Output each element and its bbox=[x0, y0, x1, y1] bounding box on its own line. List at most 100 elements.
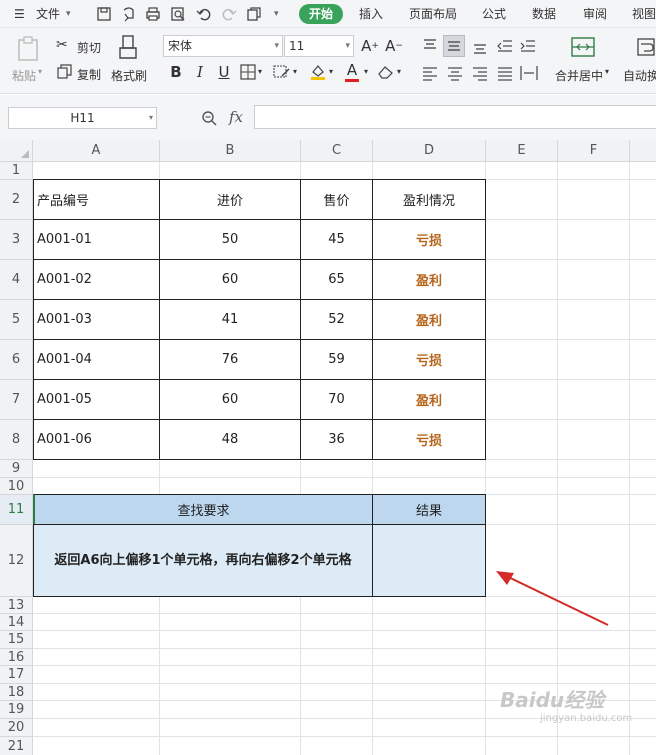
font-size-select[interactable]: 11 ▾ bbox=[284, 35, 354, 57]
table-cell-product-id[interactable]: A001-03 bbox=[34, 300, 159, 339]
zoom-search-icon[interactable] bbox=[201, 110, 218, 127]
scissors-icon[interactable]: ✂ bbox=[56, 37, 68, 53]
column-header-e[interactable]: E bbox=[486, 140, 558, 162]
table-cell-product-id[interactable]: A001-01 bbox=[34, 220, 159, 259]
decrease-font-size-icon[interactable]: A− bbox=[384, 36, 404, 56]
spreadsheet-grid[interactable]: A B C D E F 1 2 3 4 5 6 7 8 9 10 11 12 1… bbox=[0, 140, 656, 755]
increase-font-size-icon[interactable]: A+ bbox=[360, 36, 380, 56]
table-header-cost[interactable]: 进价 bbox=[160, 180, 300, 219]
borders-chevron-icon[interactable]: ▾ bbox=[258, 67, 262, 76]
row-header-19[interactable]: 19 bbox=[0, 701, 33, 719]
lookup-result-cell[interactable] bbox=[372, 524, 486, 597]
undo-icon[interactable] bbox=[195, 5, 213, 23]
row-header-12[interactable]: 12 bbox=[0, 525, 33, 597]
decrease-indent-icon[interactable] bbox=[497, 38, 513, 54]
row-header-20[interactable]: 20 bbox=[0, 719, 33, 737]
table-cell-profit-status[interactable]: 亏损 bbox=[373, 340, 485, 379]
table-cell-profit-status[interactable]: 盈利 bbox=[373, 260, 485, 299]
cell-style-icon[interactable] bbox=[273, 64, 291, 80]
row-header-2[interactable]: 2 bbox=[0, 180, 33, 220]
row-header-13[interactable]: 13 bbox=[0, 597, 33, 614]
table-cell-profit-status[interactable]: 盈利 bbox=[373, 300, 485, 339]
table-cell-price[interactable]: 59 bbox=[301, 340, 372, 379]
save-icon[interactable] bbox=[95, 5, 113, 23]
row-header-7[interactable]: 7 bbox=[0, 380, 33, 420]
table-cell-product-id[interactable]: A001-04 bbox=[34, 340, 159, 379]
merge-center-button[interactable]: 合并居中 bbox=[555, 67, 603, 84]
hamburger-menu-icon[interactable]: ☰ bbox=[14, 5, 25, 23]
row-header-9[interactable]: 9 bbox=[0, 460, 33, 478]
table-cell-product-id[interactable]: A001-06 bbox=[34, 420, 159, 459]
file-menu[interactable]: 文件 bbox=[36, 5, 60, 23]
table-header-profit-status[interactable]: 盈利情况 bbox=[373, 180, 485, 219]
increase-indent-icon[interactable] bbox=[520, 38, 536, 54]
column-header-b[interactable]: B bbox=[160, 140, 301, 162]
tab-insert[interactable]: 插入 bbox=[359, 5, 383, 23]
table-cell-cost[interactable]: 60 bbox=[160, 380, 300, 419]
row-header-6[interactable]: 6 bbox=[0, 340, 33, 380]
table-cell-cost[interactable]: 41 bbox=[160, 300, 300, 339]
column-header-c[interactable]: C bbox=[301, 140, 373, 162]
customize-toolbar-chevron-icon[interactable]: ▾ bbox=[274, 5, 279, 23]
tab-home[interactable]: 开始 bbox=[299, 4, 343, 24]
table-cell-cost[interactable]: 76 bbox=[160, 340, 300, 379]
print-preview-icon[interactable] bbox=[169, 5, 187, 23]
merge-center-chevron-icon[interactable]: ▾ bbox=[605, 67, 609, 76]
table-header-product-id[interactable]: 产品编号 bbox=[34, 180, 159, 219]
column-header-f[interactable]: F bbox=[558, 140, 630, 162]
lookup-requirement-header[interactable]: 查找要求 bbox=[33, 494, 373, 525]
quick-save-icon[interactable] bbox=[120, 5, 138, 23]
align-top-icon[interactable] bbox=[422, 38, 438, 54]
table-cell-cost[interactable]: 50 bbox=[160, 220, 300, 259]
table-cell-cost[interactable]: 60 bbox=[160, 260, 300, 299]
align-middle-button[interactable] bbox=[443, 35, 465, 57]
copy-button[interactable]: 复制 bbox=[77, 66, 101, 83]
tab-view[interactable]: 视图 bbox=[632, 5, 656, 23]
table-cell-price[interactable]: 52 bbox=[301, 300, 372, 339]
row-header-8[interactable]: 8 bbox=[0, 420, 33, 460]
tab-review[interactable]: 审阅 bbox=[583, 5, 607, 23]
tab-page-layout[interactable]: 页面布局 bbox=[409, 5, 457, 23]
row-header-18[interactable]: 18 bbox=[0, 684, 33, 701]
row-header-15[interactable]: 15 bbox=[0, 631, 33, 649]
name-box[interactable]: H11 ▾ bbox=[8, 107, 157, 129]
align-left-icon[interactable] bbox=[422, 65, 438, 81]
row-header-1[interactable]: 1 bbox=[0, 162, 33, 180]
table-cell-price[interactable]: 70 bbox=[301, 380, 372, 419]
formula-input[interactable] bbox=[254, 105, 656, 129]
fill-color-chevron-icon[interactable]: ▾ bbox=[329, 67, 333, 76]
file-menu-chevron-icon[interactable]: ▾ bbox=[66, 5, 71, 23]
underline-icon[interactable]: U bbox=[214, 62, 234, 82]
borders-icon[interactable] bbox=[240, 64, 256, 80]
row-header-4[interactable]: 4 bbox=[0, 260, 33, 300]
align-center-icon[interactable] bbox=[447, 65, 463, 81]
row-header-3[interactable]: 3 bbox=[0, 220, 33, 260]
align-right-icon[interactable] bbox=[472, 65, 488, 81]
table-cell-profit-status[interactable]: 亏损 bbox=[373, 420, 485, 459]
justify-icon[interactable] bbox=[497, 65, 513, 81]
row-header-5[interactable]: 5 bbox=[0, 300, 33, 340]
row-header-16[interactable]: 16 bbox=[0, 649, 33, 666]
function-icon[interactable]: fx bbox=[229, 108, 243, 126]
cell-style-chevron-icon[interactable]: ▾ bbox=[293, 67, 297, 76]
paste-chevron-icon[interactable]: ▾ bbox=[38, 67, 42, 76]
table-cell-price[interactable]: 45 bbox=[301, 220, 372, 259]
lookup-requirement-text[interactable]: 返回A6向上偏移1个单元格，再向右偏移2个单元格 bbox=[33, 524, 373, 597]
align-bottom-icon[interactable] bbox=[472, 38, 488, 54]
table-cell-cost[interactable]: 48 bbox=[160, 420, 300, 459]
font-color-icon[interactable]: A bbox=[342, 60, 362, 80]
auto-wrap-icon[interactable] bbox=[636, 37, 656, 57]
tab-data[interactable]: 数据 bbox=[532, 5, 556, 23]
column-header-d[interactable]: D bbox=[373, 140, 486, 162]
fill-color-icon[interactable] bbox=[309, 63, 327, 81]
format-painter-button[interactable]: 格式刷 bbox=[111, 67, 147, 84]
italic-icon[interactable]: I bbox=[190, 62, 210, 82]
clear-format-icon[interactable] bbox=[377, 64, 395, 80]
merge-center-icon[interactable] bbox=[571, 36, 595, 58]
row-header-17[interactable]: 17 bbox=[0, 666, 33, 684]
copy-page-icon[interactable] bbox=[245, 5, 263, 23]
redo-icon[interactable] bbox=[220, 5, 238, 23]
cut-button[interactable]: 剪切 bbox=[77, 39, 101, 56]
table-cell-product-id[interactable]: A001-02 bbox=[34, 260, 159, 299]
row-header-10[interactable]: 10 bbox=[0, 478, 33, 495]
